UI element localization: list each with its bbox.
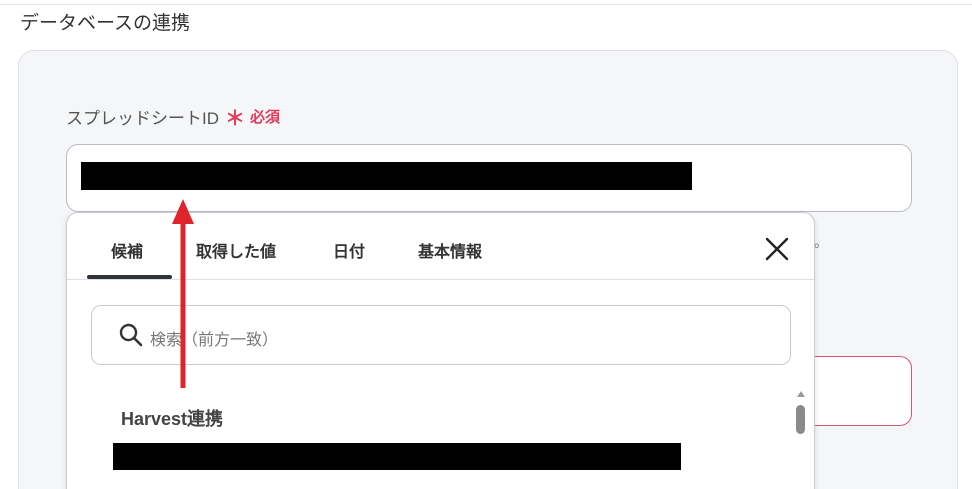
- redacted-value: [81, 162, 692, 190]
- scrollbar[interactable]: [794, 389, 808, 489]
- tab-date[interactable]: 日付: [333, 238, 365, 262]
- field-hint-text: 。: [814, 234, 828, 250]
- tab-candidates[interactable]: 候補: [111, 238, 143, 262]
- scroll-thumb[interactable]: [796, 405, 805, 434]
- scroll-up-arrow-icon[interactable]: [797, 391, 805, 397]
- spreadsheet-id-input[interactable]: [66, 144, 912, 212]
- search-icon: [118, 322, 144, 348]
- required-badge: 必須: [250, 109, 281, 126]
- required-asterisk-icon: ＊: [225, 108, 245, 130]
- field-label-text: スプレッドシートID: [66, 109, 219, 128]
- value-picker-popup: 候補 取得した値 日付 基本情報 検索（前方一致） Harvest連携: [66, 212, 815, 489]
- tab-basic-info[interactable]: 基本情報: [418, 238, 482, 262]
- top-divider: [0, 4, 972, 5]
- search-placeholder: 検索（前方一致）: [150, 332, 279, 349]
- search-input[interactable]: 検索（前方一致）: [91, 305, 791, 365]
- list-group-title: Harvest連携: [121, 409, 224, 429]
- redacted-list-item[interactable]: [113, 443, 681, 470]
- active-tab-indicator: [87, 275, 172, 279]
- close-icon[interactable]: [763, 235, 791, 263]
- picker-tabs: 候補 取得した値 日付 基本情報: [67, 213, 814, 280]
- tab-retrieved-values[interactable]: 取得した値: [196, 238, 276, 262]
- obscured-input[interactable]: [800, 356, 912, 426]
- spreadsheet-id-label: スプレッドシートID ＊ 必須: [66, 102, 280, 131]
- section-title: データベースの連携: [20, 13, 191, 34]
